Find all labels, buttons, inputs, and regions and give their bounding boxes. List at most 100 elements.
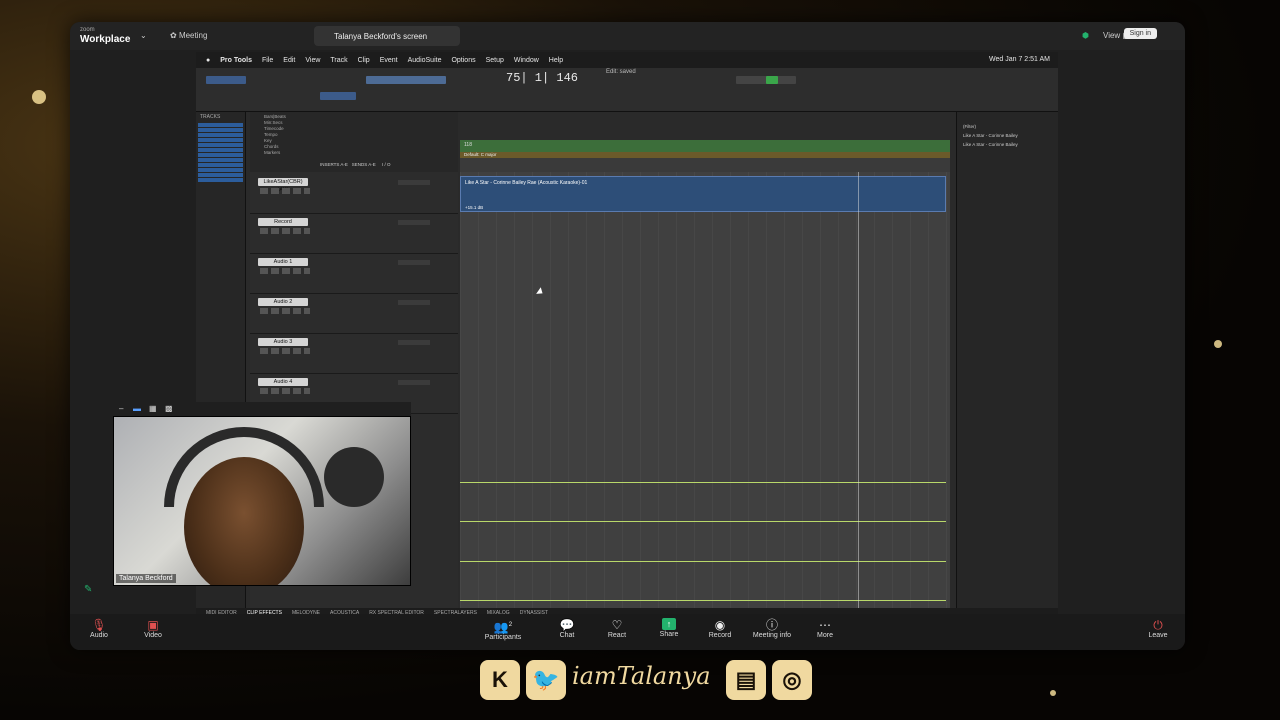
io-selector[interactable] [398,380,430,385]
io-selector[interactable] [398,260,430,265]
track-list-row[interactable] [198,153,243,157]
sends-header: SENDS A-E [351,162,376,167]
io-selector[interactable] [398,220,430,225]
volume-line[interactable] [460,482,946,483]
meeting-tab[interactable]: ✿ Meeting [170,31,207,40]
participants-button[interactable]: 👥2 Participants [478,618,528,641]
track-header[interactable]: LikeAStar(CBR)(AK) [250,176,458,214]
io-selector[interactable] [398,300,430,305]
track-list-row[interactable] [198,173,243,177]
tempo-marker-bar[interactable] [460,140,950,152]
track-list-row[interactable] [198,178,243,182]
more-button[interactable]: ⋯ More [800,618,850,639]
edit-pencil-icon[interactable]: ✎ [84,584,92,595]
audio-button[interactable]: 🎙 Audio [74,618,124,639]
ruler[interactable] [460,112,950,140]
tool-buttons[interactable] [366,76,446,84]
key-signature-bar[interactable] [460,152,950,158]
menu-view[interactable]: View [305,57,320,64]
menu-help[interactable]: Help [549,57,563,64]
leave-button[interactable]: ⏻ Leave [1133,618,1183,639]
track-name[interactable]: Audio 2 [258,298,308,306]
track-list-row[interactable] [198,123,243,127]
screen-share-tab[interactable]: Talanya Beckford's screen [314,26,460,46]
track-list-row[interactable] [198,158,243,162]
video-button[interactable]: ▣ Video [128,618,178,639]
ruler-markers: Markers [264,150,281,155]
kick-icon: K [480,660,520,700]
clip-list-filter[interactable]: (Filter) [957,122,1058,131]
track-name[interactable]: Record [258,218,308,226]
track-buttons[interactable] [260,348,310,354]
chat-button[interactable]: 💬 Chat [542,618,592,639]
react-button[interactable]: ♡ React [592,618,642,639]
zoom-logo: zoom Workplace [80,26,131,45]
menu-clip[interactable]: Clip [358,57,370,64]
zoom-controls: 🎙 Audio ▣ Video 👥2 Participants 💬 Chat ♡… [70,614,1185,650]
playhead[interactable] [858,172,859,618]
track-list-row[interactable] [198,163,243,167]
share-button[interactable]: ↑ Share [644,618,694,638]
more-label: More [817,632,833,639]
grid-toggle[interactable] [766,76,778,84]
io-selector[interactable] [398,180,430,185]
speaker-view-icon[interactable]: ▬ [133,404,141,413]
tracks-header: TRACKS [200,114,221,120]
apple-icon[interactable]: ● [206,57,210,64]
track-header[interactable]: Audio 1 [250,256,458,294]
track-header[interactable]: Record [250,216,458,254]
sparkle [32,90,46,104]
zoom-brand-big: Workplace [80,34,131,45]
menu-track[interactable]: Track [330,57,347,64]
inserts-header: INSERTS A-E [320,162,348,167]
track-list-row[interactable] [198,143,243,147]
track-list-row[interactable] [198,148,243,152]
volume-line[interactable] [460,600,946,601]
menu-file[interactable]: File [262,57,273,64]
track-list-row[interactable] [198,133,243,137]
meeting-icon: ✿ [170,31,179,40]
grid-view-icon[interactable]: ▩ [165,404,173,413]
video-label: Video [144,632,162,639]
io-selector[interactable] [398,340,430,345]
track-buttons[interactable] [260,228,310,234]
volume-line[interactable] [460,561,946,562]
track-header[interactable]: Audio 2 [250,296,458,334]
track-name[interactable]: Audio 3 [258,338,308,346]
heart-icon: ♡ [611,618,623,632]
meeting-info-button[interactable]: ⓘ Meeting info [747,618,797,639]
menu-audiosuite[interactable]: AudioSuite [408,57,442,64]
track-list-row[interactable] [198,138,243,142]
grid-buttons[interactable] [320,92,356,100]
sign-in-button[interactable]: Sign in [1123,28,1157,39]
screen-share-tab-label: Talanya Beckford's screen [334,32,428,41]
track-name[interactable]: Audio 4 [258,378,308,386]
track-buttons[interactable] [260,308,310,314]
edit-window[interactable]: Like A Star - Corinne Bailey Rae (Acoust… [460,172,950,618]
track-list-row[interactable] [198,168,243,172]
track-name[interactable]: Audio 1 [258,258,308,266]
track-buttons[interactable] [260,388,310,394]
track-name[interactable]: LikeAStar(CBR)(AK) [258,178,308,193]
menu-event[interactable]: Event [380,57,398,64]
track-header[interactable]: Audio 3 [250,336,458,374]
mode-buttons[interactable] [206,76,246,84]
record-button[interactable]: ◉ Record [695,618,745,639]
clip-list-item[interactable]: Like A Star - Corinne Bailey [957,140,1058,149]
clip-list-item[interactable]: Like A Star - Corinne Bailey [957,131,1058,140]
menu-options[interactable]: Options [451,57,475,64]
track-list-row[interactable] [198,128,243,132]
menu-edit[interactable]: Edit [283,57,295,64]
audio-clip[interactable]: Like A Star - Corinne Bailey Rae (Acoust… [460,176,946,212]
minimize-icon[interactable]: – [119,404,123,413]
track-buttons[interactable] [260,188,310,194]
track-buttons[interactable] [260,268,310,274]
chevron-down-icon[interactable]: ⌄ [140,31,147,40]
menu-setup[interactable]: Setup [486,57,504,64]
headphones [164,427,324,507]
app-name[interactable]: Pro Tools [220,57,252,64]
menu-window[interactable]: Window [514,57,539,64]
volume-line[interactable] [460,521,946,522]
gallery-view-icon[interactable]: ▦ [149,404,157,413]
twitch-icon: ▤ [726,660,766,700]
